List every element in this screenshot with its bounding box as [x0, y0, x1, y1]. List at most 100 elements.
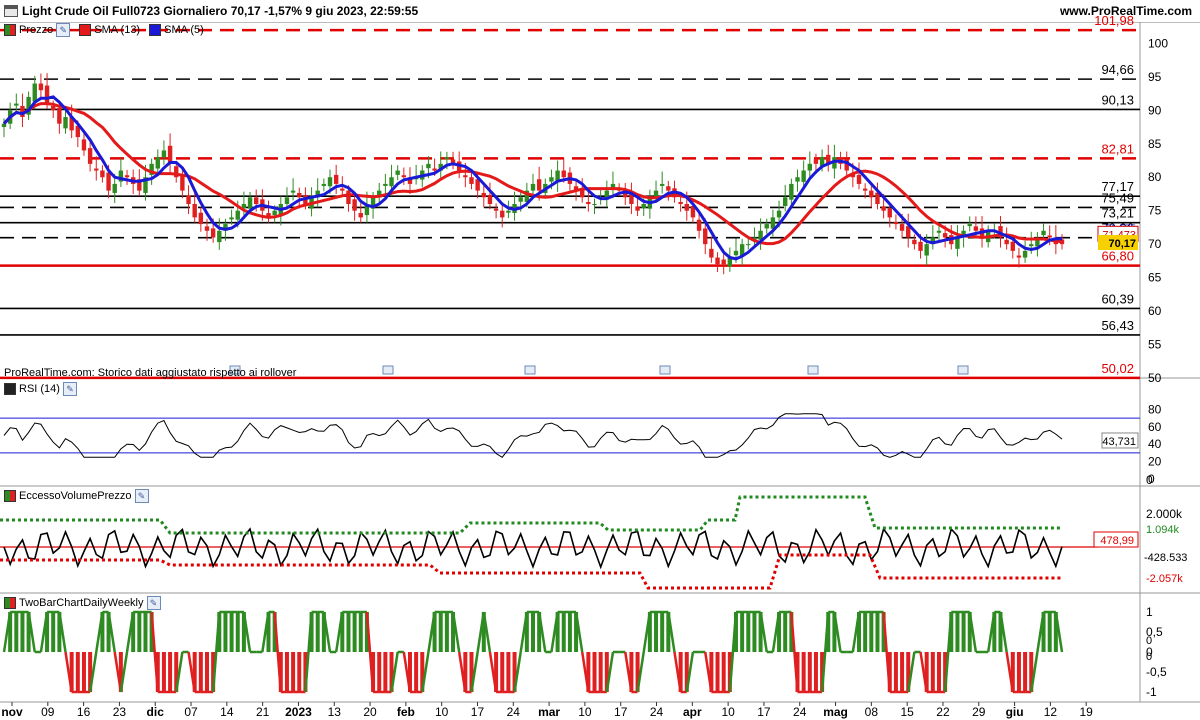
candle-body: [764, 224, 769, 229]
x-tick-label: 24: [507, 705, 521, 719]
candle-body: [389, 177, 394, 187]
candle-body: [973, 226, 979, 231]
candle-body: [813, 159, 819, 164]
legend-sma13-label: SMA (13): [94, 24, 141, 36]
x-tick-label: 19: [1080, 705, 1094, 719]
twobar-bar: [531, 612, 535, 652]
candle-body: [487, 194, 493, 204]
last-price-label: 70,17: [1108, 238, 1136, 250]
level-label: 75,49: [1101, 190, 1134, 205]
candle-body: [81, 139, 87, 151]
candle-body: [401, 175, 407, 178]
candle-body: [856, 174, 862, 184]
level-label: 60,39: [1101, 291, 1134, 306]
event-marker-icon: [524, 365, 536, 375]
candle-body: [942, 233, 948, 238]
candle-body: [678, 201, 683, 204]
wrench-icon[interactable]: ✎: [56, 23, 71, 37]
sma5-swatch-icon: [149, 24, 162, 36]
candle-body: [936, 230, 942, 233]
twobar-bar: [567, 612, 572, 652]
candle-body: [198, 212, 204, 225]
candle-body: [592, 204, 597, 205]
candle-body: [530, 183, 536, 191]
price-legend: Prezzo ✎ SMA (13) SMA (5): [4, 23, 204, 37]
x-tick-label: mag: [823, 705, 848, 719]
rsi-value-label: 43,731: [1102, 436, 1136, 448]
candle-body: [180, 174, 185, 191]
twobar-bar: [1016, 652, 1021, 692]
twobar-bar: [229, 612, 234, 652]
twobar-bar: [1023, 652, 1028, 692]
candle-body: [383, 183, 388, 186]
wrench-icon[interactable]: ✎: [146, 596, 161, 610]
x-tick-label: 15: [900, 705, 914, 719]
wrench-icon[interactable]: ✎: [134, 489, 149, 503]
candle-body: [327, 177, 333, 187]
price-y-tick: 55: [1148, 338, 1162, 352]
rsi-zero-tick: 0: [1146, 473, 1153, 487]
candle-body: [253, 197, 259, 204]
twobar-y-tick: -0,5: [1146, 665, 1167, 679]
x-tick-label: 16: [77, 705, 91, 719]
candle-body: [709, 248, 714, 258]
candle-body: [192, 204, 197, 218]
level-label: 82,81: [1101, 141, 1134, 156]
candle-body: [100, 170, 105, 178]
legend-rsi-label: RSI (14): [19, 383, 60, 395]
candle-body: [536, 179, 542, 191]
legend-twobar-label: TwoBarChartDailyWeekly: [19, 597, 144, 609]
twobar-bar: [291, 652, 296, 692]
candle-body: [801, 170, 806, 182]
twobar-bar: [1047, 612, 1052, 652]
twobar-bar: [315, 612, 320, 652]
volume-y-tick: 2.000k: [1146, 507, 1183, 521]
price-swatch-icon: [4, 24, 16, 36]
x-tick-label: 22: [936, 705, 950, 719]
twobar-bar: [168, 652, 173, 692]
candle-body: [518, 197, 523, 202]
candle-body: [782, 197, 788, 207]
x-tick-label: 08: [865, 705, 879, 719]
candle-body: [506, 210, 511, 213]
x-tick-label: 17: [757, 705, 771, 719]
rsi-line: [3, 413, 1063, 458]
twobar-bar: [223, 612, 228, 652]
candle-body: [333, 174, 339, 184]
candle-body: [862, 188, 868, 191]
twobar-bar: [752, 612, 757, 652]
candle-body: [561, 170, 566, 178]
candle-body: [789, 183, 794, 200]
candle-body: [703, 228, 708, 245]
wrench-icon[interactable]: ✎: [62, 382, 77, 396]
rsi-y-tick: 20: [1148, 455, 1162, 469]
candle-body: [395, 170, 400, 175]
twobar-bar: [930, 652, 935, 692]
sma13-swatch-icon: [79, 24, 92, 36]
candle-body: [1047, 235, 1052, 238]
twobar-bar: [936, 652, 941, 692]
candle-body: [469, 177, 474, 184]
price-y-tick: 75: [1148, 204, 1162, 218]
level-label: 73,21: [1101, 206, 1134, 221]
x-tick-label: nov: [1, 705, 23, 719]
twobar-y-tick: 1: [1146, 605, 1153, 619]
x-tick-label: 24: [650, 705, 664, 719]
volume-upper-band: [0, 495, 1062, 535]
x-tick-label: 29: [972, 705, 986, 719]
rollover-note: ProRealTime.com: Storico dati aggiustato…: [4, 367, 297, 379]
candle-body: [284, 197, 290, 204]
candle-body: [807, 163, 813, 171]
twobar-bar: [961, 612, 966, 652]
candle-body: [106, 172, 111, 191]
candle-body: [795, 177, 800, 182]
candle-body: [321, 183, 327, 186]
twobar-bar: [377, 652, 382, 692]
twobar-side-label: 0: [1146, 635, 1152, 647]
rsi-y-tick: 80: [1148, 402, 1162, 416]
twobar-bar: [297, 652, 302, 692]
candle-body: [94, 168, 99, 171]
rsi-swatch-icon: [4, 383, 16, 395]
twobar-bar: [161, 652, 166, 692]
candle-body: [297, 192, 302, 198]
